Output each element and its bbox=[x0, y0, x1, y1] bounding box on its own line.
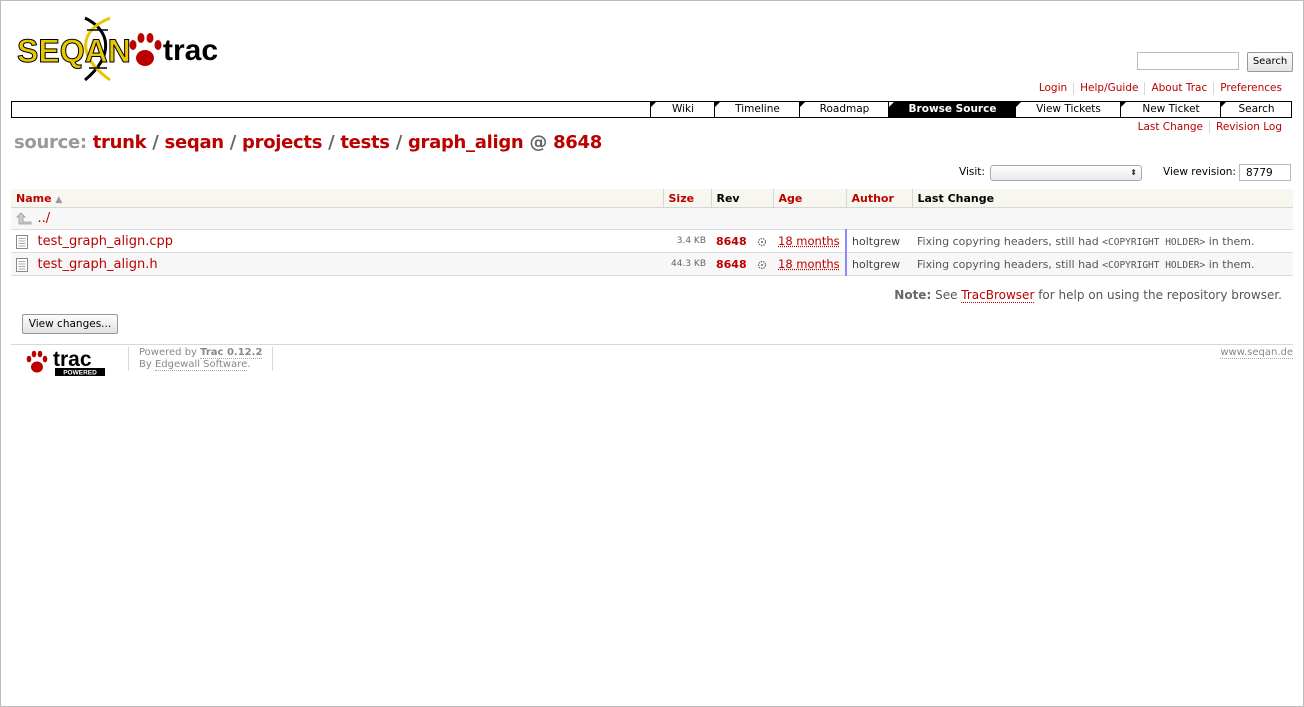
source-label: source: bbox=[14, 132, 87, 153]
view-revision-label: View revision: bbox=[1163, 166, 1236, 178]
tab-roadmap[interactable]: Roadmap bbox=[799, 102, 889, 117]
table-row: test_graph_align.h 44.3 KB 8648 18 month… bbox=[11, 252, 1293, 276]
trac-wordmark: trac bbox=[163, 34, 218, 67]
main-navigation: Wiki Timeline Roadmap Browse Source View… bbox=[11, 101, 1292, 118]
age-link[interactable]: 18 months bbox=[778, 234, 840, 248]
file-age-cell: 18 months bbox=[773, 229, 847, 253]
changeset-icon[interactable] bbox=[757, 260, 767, 270]
file-icon bbox=[16, 257, 28, 272]
file-rev-cell: 8648 bbox=[711, 252, 773, 276]
paw-icon bbox=[26, 350, 48, 373]
file-link[interactable]: test_graph_align.h bbox=[38, 257, 158, 272]
path-separator: / bbox=[328, 132, 335, 153]
column-header-author[interactable]: Author bbox=[845, 189, 912, 208]
note-label: Note: bbox=[894, 288, 932, 302]
seqan-trac-logo[interactable]: SEQAN trac bbox=[15, 10, 230, 85]
file-rev-cell: 8648 bbox=[711, 229, 773, 253]
table-row: test_graph_align.cpp 3.4 KB 8648 18 mont… bbox=[11, 229, 1293, 253]
changeset-icon[interactable] bbox=[757, 237, 767, 247]
column-header-age[interactable]: Age bbox=[772, 189, 846, 208]
svg-text:POWERED: POWERED bbox=[63, 370, 97, 377]
paw-icon bbox=[129, 33, 162, 66]
revision-link[interactable]: 8648 bbox=[716, 258, 747, 271]
select-arrows-icon: ⬍ bbox=[1130, 168, 1137, 177]
file-link[interactable]: test_graph_align.cpp bbox=[38, 234, 173, 249]
file-author: holtgrew bbox=[846, 229, 912, 253]
column-header-rev: Rev bbox=[710, 189, 773, 208]
path-separator: / bbox=[152, 132, 159, 153]
last-change-link[interactable]: Last Change bbox=[1132, 121, 1209, 134]
trac-version-link[interactable]: Trac 0.12.2 bbox=[200, 347, 263, 359]
parent-directory-row: ../ bbox=[11, 207, 1293, 230]
search-input[interactable] bbox=[1137, 52, 1239, 70]
login-link[interactable]: Login bbox=[1033, 82, 1073, 95]
tab-timeline[interactable]: Timeline bbox=[714, 102, 800, 117]
context-navigation: Last Change Revision Log bbox=[1132, 121, 1288, 134]
tab-new-ticket[interactable]: New Ticket bbox=[1120, 102, 1221, 117]
column-header-name[interactable]: Name ▲ bbox=[11, 189, 663, 208]
meta-navigation: Login Help/Guide About Trac Preferences bbox=[1033, 82, 1288, 95]
age-link[interactable]: 18 months bbox=[778, 257, 840, 271]
column-header-last-change: Last Change bbox=[911, 189, 1293, 208]
visit-select[interactable]: ⬍ bbox=[990, 165, 1142, 181]
file-age-cell: 18 months bbox=[773, 252, 847, 276]
search-button[interactable]: Search bbox=[1247, 52, 1293, 72]
column-header-size[interactable]: Size bbox=[662, 189, 711, 208]
path-segment-seqan[interactable]: seqan bbox=[165, 132, 225, 153]
file-size: 3.4 KB bbox=[663, 229, 711, 253]
path-segment-graph-align[interactable]: graph_align bbox=[408, 132, 524, 153]
file-last-change: Fixing copyring headers, still had <COPY… bbox=[912, 229, 1293, 253]
tab-view-tickets[interactable]: View Tickets bbox=[1015, 102, 1121, 117]
view-revision-input[interactable]: 8779 bbox=[1239, 164, 1291, 181]
listing-header-row: Name ▲ Size Rev Age Author Last Change bbox=[11, 189, 1293, 208]
revision-link[interactable]: 8648 bbox=[716, 235, 747, 248]
path-segment-projects[interactable]: projects bbox=[242, 132, 322, 153]
view-changes-button[interactable]: View changes... bbox=[22, 314, 118, 334]
source-path-heading: source: trunk / seqan / projects / tests… bbox=[14, 132, 602, 153]
path-separator: / bbox=[229, 132, 237, 153]
help-guide-link[interactable]: Help/Guide bbox=[1073, 82, 1144, 95]
file-last-change: Fixing copyring headers, still had <COPY… bbox=[912, 252, 1293, 276]
directory-listing: Name ▲ Size Rev Age Author Last Change .… bbox=[11, 189, 1293, 276]
about-trac-link[interactable]: About Trac bbox=[1144, 82, 1213, 95]
powered-by-text: Powered by Trac 0.12.2 By Edgewall Softw… bbox=[128, 347, 274, 371]
parent-directory-link[interactable]: ../ bbox=[38, 211, 51, 226]
path-revision-link[interactable]: 8648 bbox=[553, 132, 602, 153]
file-icon bbox=[16, 234, 28, 249]
tab-search[interactable]: Search bbox=[1220, 102, 1292, 117]
path-separator: / bbox=[395, 132, 403, 153]
file-author: holtgrew bbox=[846, 252, 912, 276]
tab-wiki[interactable]: Wiki bbox=[650, 102, 715, 117]
sort-asc-icon: ▲ bbox=[55, 194, 63, 205]
file-name-cell: test_graph_align.cpp bbox=[11, 229, 663, 253]
parent-directory-icon bbox=[16, 212, 32, 225]
trac-powered-logo[interactable]: trac POWERED bbox=[24, 347, 108, 377]
site-link[interactable]: www.seqan.de bbox=[1220, 347, 1293, 359]
path-segment-trunk[interactable]: trunk bbox=[93, 132, 147, 153]
revision-log-link[interactable]: Revision Log bbox=[1209, 121, 1288, 134]
path-segment-tests[interactable]: tests bbox=[340, 132, 390, 153]
help-note: Note: See TracBrowser for help on using … bbox=[894, 288, 1282, 303]
footer-divider bbox=[11, 344, 1293, 345]
file-size: 44.3 KB bbox=[663, 252, 711, 276]
tracbrowser-link[interactable]: TracBrowser bbox=[961, 288, 1035, 303]
edgewall-link[interactable]: Edgewall Software bbox=[154, 359, 248, 371]
svg-text:trac: trac bbox=[53, 348, 92, 371]
visit-label: Visit: bbox=[959, 166, 985, 178]
path-at: @ bbox=[529, 132, 548, 153]
seqan-wordmark: SEQAN bbox=[17, 33, 131, 69]
file-name-cell: test_graph_align.h bbox=[11, 252, 663, 276]
preferences-link[interactable]: Preferences bbox=[1213, 82, 1288, 95]
tab-browse-source[interactable]: Browse Source bbox=[888, 102, 1016, 117]
